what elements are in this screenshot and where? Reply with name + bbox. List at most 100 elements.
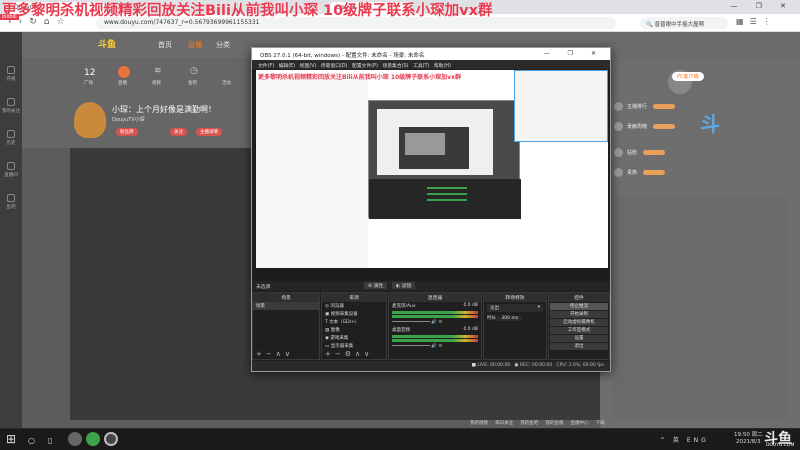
add-icon[interactable]: + — [325, 350, 335, 358]
scene-item[interactable]: 场景 — [253, 302, 319, 310]
obs-window-controls[interactable]: — ❐ ✕ — [544, 50, 604, 57]
browser-tool-icons[interactable]: ▦☰⋮ — [736, 17, 777, 26]
menu-tools[interactable]: 工具(T) — [413, 64, 429, 69]
nav-item-live[interactable]: 直播 — [188, 40, 202, 50]
system-tray[interactable]: ^ 英 ENG — [660, 435, 709, 444]
menu-edit[interactable]: 编辑(E) — [279, 64, 295, 69]
start-recording-button[interactable]: 开始录制 — [550, 311, 608, 318]
bottom-item[interactable]: 下载 — [596, 421, 605, 426]
bottom-item[interactable]: 直播中心 — [571, 421, 589, 426]
settings-button[interactable]: 设置 — [550, 335, 608, 342]
menu-help[interactable]: 帮助(H) — [434, 64, 451, 69]
fan-badge-pill[interactable]: 粉丝牌 — [116, 128, 138, 136]
exit-button[interactable]: 退出 — [550, 343, 608, 350]
obs-preview-canvas[interactable]: 更多黎明杀机视频精彩回放关注Bili从前我叫小琛 10级牌子联系小琛加vx群 — [256, 70, 608, 280]
move-up-icon[interactable]: ∧ — [355, 350, 364, 358]
transition-duration: 时长 300 ms — [484, 314, 546, 322]
source-label: 游戏采集 — [330, 336, 349, 341]
taskbar-app-icon[interactable] — [68, 432, 82, 446]
bilibili-badge: bilibili — [0, 14, 19, 20]
bottom-item[interactable]: 我的鱼吧 — [520, 421, 538, 426]
source-item[interactable]: T 文本（GDI+） — [322, 318, 386, 326]
source-item[interactable]: ▣ 视频采集设备 — [322, 310, 386, 318]
volume-icon[interactable]: 🔊 — [431, 344, 437, 349]
move-up-icon[interactable]: ∧ — [276, 350, 285, 358]
follow-pill[interactable]: 关注 — [170, 128, 187, 136]
mic-level-meter — [392, 315, 478, 318]
rank-row[interactable]: 贵族 — [614, 168, 794, 182]
gear-icon[interactable]: ⚙ — [438, 320, 442, 325]
streamer-avatar[interactable] — [74, 102, 106, 138]
bottom-item[interactable]: 我的鱼粮 — [545, 421, 563, 426]
duration-input[interactable]: 300 ms — [497, 316, 523, 321]
source-item[interactable]: ▨ 图像 — [322, 326, 386, 334]
remove-icon[interactable]: − — [266, 350, 276, 358]
taskbar-clock[interactable]: 19:50 周二 2021/8/3 — [734, 432, 763, 446]
menu-icon[interactable]: ⋮ — [763, 17, 777, 26]
filters-label: 滤镜 — [401, 284, 412, 289]
nav-item-category[interactable]: 分类 — [216, 40, 230, 50]
menu-scene-collection[interactable]: 场景集合(S) — [382, 64, 408, 69]
streamer-detail-pill[interactable]: 主播详情 — [196, 128, 222, 136]
source-item[interactable]: ◉ 游戏采集 — [322, 334, 386, 342]
menu-docks[interactable]: 停靠窗口(D) — [321, 64, 348, 69]
browser-search-input[interactable]: 🔍 普普眼中手摇大屋啊 — [640, 17, 728, 29]
search-icon[interactable]: ○ — [28, 436, 35, 445]
preview-selected-source[interactable] — [514, 70, 608, 142]
rail-item[interactable]: 直播间 — [0, 158, 22, 190]
nav-item-home[interactable]: 首页 — [158, 40, 172, 50]
source-item[interactable]: ◎ 浏览器 — [322, 302, 386, 310]
extensions-icon[interactable]: ▦ — [736, 17, 750, 26]
volume-icon[interactable]: 🔊 — [431, 320, 437, 325]
move-down-icon[interactable]: ∨ — [285, 350, 294, 358]
rail-item[interactable]: 我的关注 — [0, 94, 22, 126]
properties-button[interactable]: ⚙ 属性 — [364, 282, 388, 289]
rank-row[interactable]: 贡献周榜 — [614, 122, 794, 136]
source-item[interactable]: ▭ 显示器采集 — [322, 342, 386, 350]
gear-icon[interactable]: ⚙ — [438, 344, 442, 349]
add-icon[interactable]: + — [256, 350, 266, 358]
square-icon[interactable] — [118, 66, 130, 78]
video-icon[interactable]: ◷ — [190, 66, 198, 76]
move-down-icon[interactable]: ∨ — [364, 350, 373, 358]
sources-dock-controls[interactable]: +−⚙∧∨ — [325, 350, 373, 358]
rank-row[interactable]: 主播排行 — [614, 102, 794, 116]
menu-profile[interactable]: 配置文件(P) — [352, 64, 378, 69]
rail-icon — [7, 162, 15, 170]
desktop-volume-slider[interactable]: ━━━━━━━━━━━━━━ 🔊 ⚙ — [389, 343, 481, 350]
filters-button[interactable]: ◐ 滤镜 — [392, 282, 416, 289]
windows-start-icon[interactable]: ⊞ — [6, 432, 16, 446]
bottom-item[interactable]: 每日关注 — [495, 421, 513, 426]
rail-item[interactable]: 历史 — [0, 126, 22, 158]
task-view-icon[interactable]: ▯ — [48, 436, 52, 445]
gear-icon[interactable]: ⚙ — [345, 350, 355, 358]
bookmarks-icon[interactable]: ☰ — [750, 17, 763, 26]
douyu-bottom-bar: 我的视频 每日关注 我的鱼吧 我的鱼粮 直播中心 下载 — [470, 420, 800, 428]
browser-window-controls[interactable]: — ❐ ✕ — [730, 2, 794, 10]
stop-streaming-button[interactable]: 停止推流 — [550, 303, 608, 310]
studio-mode-button[interactable]: 工作室模式 — [550, 327, 608, 334]
douyu-logo[interactable]: 斗鱼 — [98, 37, 116, 50]
nested-obs-capture-2 — [399, 127, 469, 169]
pc-client-button[interactable]: PC客户端 — [672, 72, 704, 81]
obs-taskbar-icon[interactable] — [104, 432, 118, 446]
menu-file[interactable]: 文件(F) — [258, 64, 274, 69]
scenes-dock-controls[interactable]: +−∧∨ — [256, 350, 294, 358]
rank-row[interactable]: 钻粉 — [614, 148, 794, 162]
live-icon[interactable]: ≋ — [154, 66, 162, 76]
menu-view[interactable]: 视图(V) — [300, 64, 317, 69]
controls-dock: 控件 停止推流 开始录制 启动虚拟摄像机 工作室模式 设置 退出 — [548, 292, 610, 360]
chat-area[interactable] — [612, 198, 788, 418]
rail-icon — [7, 98, 15, 106]
mic-volume-slider[interactable]: ━━━━━━━━━━━━━━ 🔊 ⚙ — [389, 319, 481, 326]
rank-bar — [643, 150, 666, 155]
rail-item[interactable]: 鱼吧 — [0, 190, 22, 222]
remove-icon[interactable]: − — [335, 350, 345, 358]
rail-label: 我的关注 — [2, 109, 20, 114]
rail-item[interactable]: 开播 — [0, 62, 22, 94]
rail-icon — [7, 194, 15, 202]
browser-taskbar-icon[interactable] — [86, 432, 100, 446]
bottom-item[interactable]: 我的视频 — [470, 421, 488, 426]
transition-select[interactable]: 淡出 ▾ — [487, 304, 543, 312]
start-virtual-camera-button[interactable]: 启动虚拟摄像机 — [550, 319, 608, 326]
